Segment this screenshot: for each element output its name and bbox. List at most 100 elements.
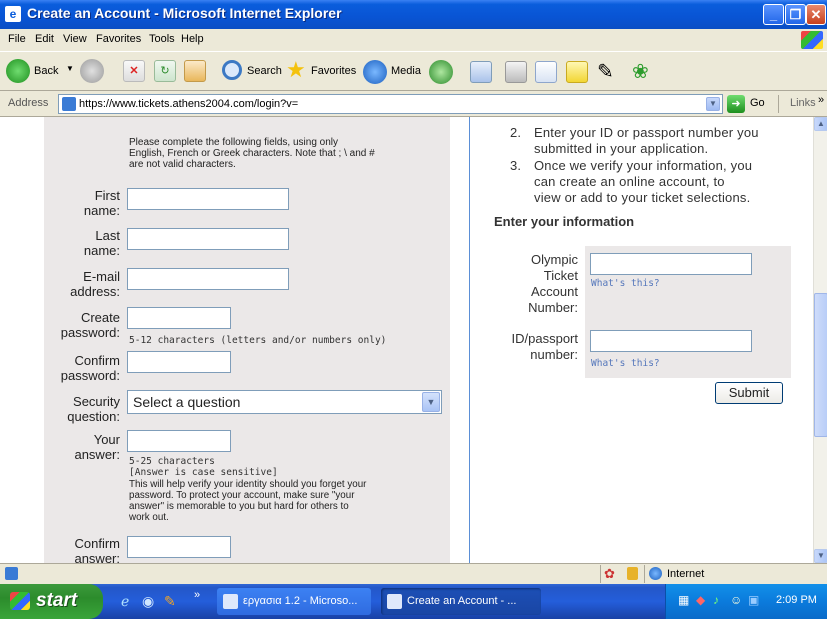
search-button[interactable]: Search [247,65,282,77]
quicklaunch-ie-icon[interactable]: ℯ [121,593,129,610]
security-question-label: Security question: [67,394,120,424]
history-icon[interactable] [429,60,453,84]
scroll-thumb[interactable] [814,293,827,437]
menu-help[interactable]: Help [181,33,204,45]
first-name-label: First name: [83,188,120,218]
address-label: Address [8,97,49,109]
tray-network-icon[interactable]: ▦ [678,593,689,607]
id-passport-label: ID/passport number: [511,331,578,362]
task-create-account[interactable]: Create an Account - ... [381,588,541,615]
refresh-icon[interactable]: ↻ [154,60,176,82]
menu-favorites[interactable]: Favorites [96,33,141,45]
menu-edit[interactable]: Edit [35,33,54,45]
lock-icon [627,567,638,580]
answer-help: This will help verify your identity shou… [129,479,367,523]
ie-task-icon [387,594,402,609]
vertical-scrollbar[interactable]: ▲ ▼ [813,117,827,563]
messenger-icon[interactable]: ✎ [597,59,614,84]
email-input[interactable] [127,268,289,290]
tray-user-icon[interactable]: ☺ [730,593,742,607]
whats-this-link-id[interactable]: What's this? [591,358,660,369]
whats-this-link-ticket[interactable]: What's this? [591,278,660,289]
links-button[interactable]: Links [790,97,816,109]
last-name-label: Last name: [83,228,120,258]
answer-notes: 5-25 characters [Answer is case sensitiv… [129,456,278,478]
menu-file[interactable]: File [8,33,26,45]
close-button[interactable]: ✕ [806,4,826,25]
form-intro: Please complete the following fields, us… [129,137,375,170]
quicklaunch-chevron-icon[interactable]: » [194,589,200,601]
back-arrow-icon[interactable] [6,59,30,83]
task-word-doc[interactable]: εργασια 1.2 - Microso... [217,588,371,615]
last-name-input[interactable] [127,228,289,250]
windows-flag-icon [10,592,30,610]
first-name-input[interactable] [127,188,289,210]
favorites-star-icon[interactable]: ★ [286,57,306,83]
zone-label: Internet [667,568,705,580]
go-button[interactable]: Go [750,97,765,109]
internet-zone-icon [649,567,662,580]
back-dropdown-icon[interactable]: ▼ [66,64,74,73]
taskbar: start ℯ ◉ ✎ » εργασια 1.2 - Microso... C… [0,584,827,619]
menu-view[interactable]: View [63,33,87,45]
back-button[interactable]: Back [34,65,58,77]
stop-icon[interactable]: ✕ [123,60,145,82]
security-question-select[interactable]: Select a question ▼ [127,390,442,414]
tray-volume-icon[interactable]: ♪ [713,593,719,607]
popup-blocker-icon: ✿ [604,566,615,581]
email-label: E-mail address: [70,269,120,299]
confirm-answer-input[interactable] [127,536,231,558]
title-bar[interactable]: e Create an Account - Microsoft Internet… [0,0,827,29]
address-input[interactable]: https://www.tickets.athens2004.com/login… [58,94,723,114]
id-passport-input[interactable] [590,330,752,352]
create-password-input[interactable] [127,307,231,329]
media-icon[interactable] [363,60,387,84]
step-3-number: 3. [510,158,522,173]
quicklaunch-desktop-icon[interactable]: ◉ [142,593,154,610]
step-2-text: Enter your ID or passport number you sub… [534,125,759,156]
quicklaunch-app-icon[interactable]: ✎ [164,593,176,610]
submit-button[interactable]: Submit [715,382,783,404]
toolbar: Back ▼ ✕ ↻ Search ★ Favorites Media ✎ ❀ [0,51,827,91]
ie-icon: e [5,6,21,22]
start-button[interactable]: start [0,584,103,619]
mail-icon[interactable] [470,61,492,83]
chevron-down-icon[interactable]: ▼ [422,392,440,412]
scroll-down-icon[interactable]: ▼ [814,549,827,563]
address-bar: Address https://www.tickets.athens2004.c… [0,91,827,117]
minimize-button[interactable]: _ [763,4,784,25]
research-icon[interactable]: ❀ [632,59,649,84]
page-content: Please complete the following fields, us… [0,117,827,563]
word-icon [223,594,238,609]
print-icon[interactable] [505,61,527,83]
page-icon [62,97,76,111]
tray-security-icon[interactable]: ◆ [696,593,705,607]
scroll-up-icon[interactable]: ▲ [814,117,827,131]
menu-tools[interactable]: Tools [149,33,175,45]
address-dropdown-icon[interactable]: ▼ [706,97,720,111]
confirm-answer-label: Confirm answer: [74,536,120,563]
tray-monitor-icon[interactable]: ▣ [748,593,759,607]
olympic-ticket-input[interactable] [590,253,752,275]
page-status-icon [5,567,18,580]
chevron-right-icon[interactable]: » [818,94,824,106]
create-password-label: Create password: [60,310,120,340]
home-icon[interactable] [184,60,206,82]
search-icon[interactable] [222,60,242,80]
left-pane: Please complete the following fields, us… [0,117,450,563]
window-title: Create an Account - Microsoft Internet E… [27,5,342,21]
discuss-icon[interactable] [566,61,588,83]
step-2-number: 2. [510,125,522,140]
windows-logo-icon [801,31,823,49]
menu-bar: File Edit View Favorites Tools Help [0,29,827,51]
your-answer-input[interactable] [127,430,231,452]
favorites-button[interactable]: Favorites [311,65,356,77]
go-arrow-icon[interactable]: ➜ [727,95,745,113]
confirm-password-input[interactable] [127,351,231,373]
edit-icon[interactable] [535,61,557,83]
forward-arrow-icon[interactable] [80,59,104,83]
address-url: https://www.tickets.athens2004.com/login… [79,98,299,110]
media-button[interactable]: Media [391,65,421,77]
restore-button[interactable]: ❐ [785,4,806,25]
status-bar: ✿ Internet [0,563,827,584]
